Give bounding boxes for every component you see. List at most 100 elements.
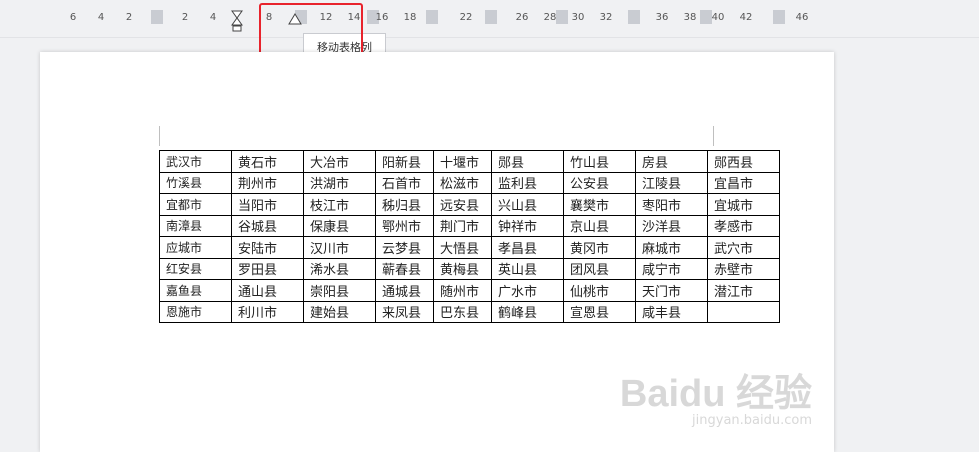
- ruler-column-separator[interactable]: [773, 10, 785, 24]
- table-cell[interactable]: 江陵县: [635, 171, 708, 194]
- table-cell[interactable]: [707, 300, 780, 323]
- table-cell[interactable]: 麻城市: [635, 236, 708, 259]
- table-cell[interactable]: 随州市: [433, 279, 492, 302]
- table-cell[interactable]: 巴东县: [433, 300, 492, 323]
- table-cell[interactable]: 荆州市: [231, 171, 304, 194]
- ruler-number: 42: [739, 12, 753, 23]
- table-cell[interactable]: 宜昌市: [707, 171, 780, 194]
- ruler-number: 4: [97, 12, 105, 23]
- table-cell[interactable]: 十堰市: [433, 150, 492, 173]
- table-cell[interactable]: 钟祥市: [491, 214, 564, 237]
- table-cell[interactable]: 利川市: [231, 300, 304, 323]
- table-cell[interactable]: 仙桃市: [563, 279, 636, 302]
- document-page[interactable]: 武汉市 黄石市 大冶市 阳新县 十堰市 郧县 竹山县 房县 郧西县 竹溪县 荆州市 洪湖市 石首市 松滋市…: [40, 52, 834, 452]
- table-row: 宜都市 当阳市 枝江市 秭归县 远安县 兴山县 襄樊市 枣阳市 宜城市: [159, 193, 780, 216]
- table-cell[interactable]: 通山县: [231, 279, 304, 302]
- ruler-column-separator[interactable]: [485, 10, 497, 24]
- table-cell[interactable]: 蕲春县: [375, 257, 434, 280]
- table-cell[interactable]: 秭归县: [375, 193, 434, 216]
- table-cell[interactable]: 兴山县: [491, 193, 564, 216]
- table-cell[interactable]: 汉川市: [303, 236, 376, 259]
- table-row: 红安县 罗田县 浠水县 蕲春县 黄梅县 英山县 团风县 咸宁市 赤壁市: [159, 257, 780, 280]
- table-cell[interactable]: 嘉鱼县: [159, 279, 232, 302]
- ruler-number: 40: [711, 12, 725, 23]
- table-cell[interactable]: 来凤县: [375, 300, 434, 323]
- table-cell[interactable]: 宜城市: [707, 193, 780, 216]
- ruler-number: 46: [795, 12, 809, 23]
- page-margin-corner: [713, 126, 714, 146]
- baidu-logo: Baidu 经验: [619, 373, 812, 415]
- table-cell[interactable]: 保康县: [303, 214, 376, 237]
- table-cell[interactable]: 房县: [635, 150, 708, 173]
- table-row: 嘉鱼县 通山县 崇阳县 通城县 随州市 广水市 仙桃市 天门市 潜江市: [159, 279, 780, 302]
- ruler-column-separator[interactable]: [151, 10, 163, 24]
- ruler-column-separator[interactable]: [426, 10, 438, 24]
- table-cell[interactable]: 竹溪县: [159, 171, 232, 194]
- ruler-column-separator[interactable]: [556, 10, 568, 24]
- table-cell[interactable]: 团风县: [563, 257, 636, 280]
- table-cell[interactable]: 咸丰县: [635, 300, 708, 323]
- table-cell[interactable]: 武穴市: [707, 236, 780, 259]
- table-cell[interactable]: 通城县: [375, 279, 434, 302]
- table-cell[interactable]: 建始县: [303, 300, 376, 323]
- table-cell[interactable]: 红安县: [159, 257, 232, 280]
- table-cell[interactable]: 宣恩县: [563, 300, 636, 323]
- table-cell[interactable]: 京山县: [563, 214, 636, 237]
- table-cell[interactable]: 广水市: [491, 279, 564, 302]
- table-cell[interactable]: 黄石市: [231, 150, 304, 173]
- table-cell[interactable]: 浠水县: [303, 257, 376, 280]
- table-row: 应城市 安陆市 汉川市 云梦县 大悟县 孝昌县 黄冈市 麻城市 武穴市: [159, 236, 780, 259]
- table-cell[interactable]: 云梦县: [375, 236, 434, 259]
- table-cell[interactable]: 洪湖市: [303, 171, 376, 194]
- table-cell[interactable]: 罗田县: [231, 257, 304, 280]
- table-cell[interactable]: 郧西县: [707, 150, 780, 173]
- table-cell[interactable]: 大冶市: [303, 150, 376, 173]
- table-cell[interactable]: 当阳市: [231, 193, 304, 216]
- ruler-column-separator[interactable]: [700, 10, 712, 24]
- table-cell[interactable]: 鄂州市: [375, 214, 434, 237]
- horizontal-ruler[interactable]: 6 4 2 2 4 8 12 14 16 18 22 26 28 30 32 3…: [0, 0, 979, 38]
- table-cell[interactable]: 南漳县: [159, 214, 232, 237]
- table-cell[interactable]: 安陆市: [231, 236, 304, 259]
- table-cell[interactable]: 枣阳市: [635, 193, 708, 216]
- table-cell[interactable]: 崇阳县: [303, 279, 376, 302]
- table-cell[interactable]: 孝昌县: [491, 236, 564, 259]
- table-cell[interactable]: 竹山县: [563, 150, 636, 173]
- table-cell[interactable]: 远安县: [433, 193, 492, 216]
- table-cell[interactable]: 黄冈市: [563, 236, 636, 259]
- table-cell[interactable]: 大悟县: [433, 236, 492, 259]
- ruler-column-separator[interactable]: [628, 10, 640, 24]
- ruler-number: 28: [543, 12, 557, 23]
- ruler-number: 16: [375, 12, 389, 23]
- table-cell[interactable]: 孝感市: [707, 214, 780, 237]
- table-cell[interactable]: 监利县: [491, 171, 564, 194]
- table-cell[interactable]: 应城市: [159, 236, 232, 259]
- table-cell[interactable]: 恩施市: [159, 300, 232, 323]
- table-cell[interactable]: 潜江市: [707, 279, 780, 302]
- table-cell[interactable]: 石首市: [375, 171, 434, 194]
- table-cell[interactable]: 天门市: [635, 279, 708, 302]
- table-cell[interactable]: 黄梅县: [433, 257, 492, 280]
- table-cell[interactable]: 松滋市: [433, 171, 492, 194]
- table-row: 南漳县 谷城县 保康县 鄂州市 荆门市 钟祥市 京山县 沙洋县 孝感市: [159, 214, 780, 237]
- ruler-number: 38: [683, 12, 697, 23]
- table-cell[interactable]: 荆门市: [433, 214, 492, 237]
- table-cell[interactable]: 武汉市: [159, 150, 232, 173]
- table-cell[interactable]: 襄樊市: [563, 193, 636, 216]
- ruler-number: 4: [209, 12, 217, 23]
- ruler-number: 2: [181, 12, 189, 23]
- table-cell[interactable]: 鹤峰县: [491, 300, 564, 323]
- table-cell[interactable]: 英山县: [491, 257, 564, 280]
- table-cell[interactable]: 赤壁市: [707, 257, 780, 280]
- table-row: 竹溪县 荆州市 洪湖市 石首市 松滋市 监利县 公安县 江陵县 宜昌市: [159, 171, 780, 194]
- table-cell[interactable]: 郧县: [491, 150, 564, 173]
- indent-marker-icon[interactable]: [231, 10, 243, 32]
- cities-table[interactable]: 武汉市 黄石市 大冶市 阳新县 十堰市 郧县 竹山县 房县 郧西县 竹溪县 荆州市 洪湖市 石首市 松滋市…: [159, 150, 780, 323]
- table-cell[interactable]: 沙洋县: [635, 214, 708, 237]
- table-cell[interactable]: 公安县: [563, 171, 636, 194]
- table-cell[interactable]: 枝江市: [303, 193, 376, 216]
- table-cell[interactable]: 宜都市: [159, 193, 232, 216]
- table-cell[interactable]: 咸宁市: [635, 257, 708, 280]
- table-cell[interactable]: 阳新县: [375, 150, 434, 173]
- table-cell[interactable]: 谷城县: [231, 214, 304, 237]
